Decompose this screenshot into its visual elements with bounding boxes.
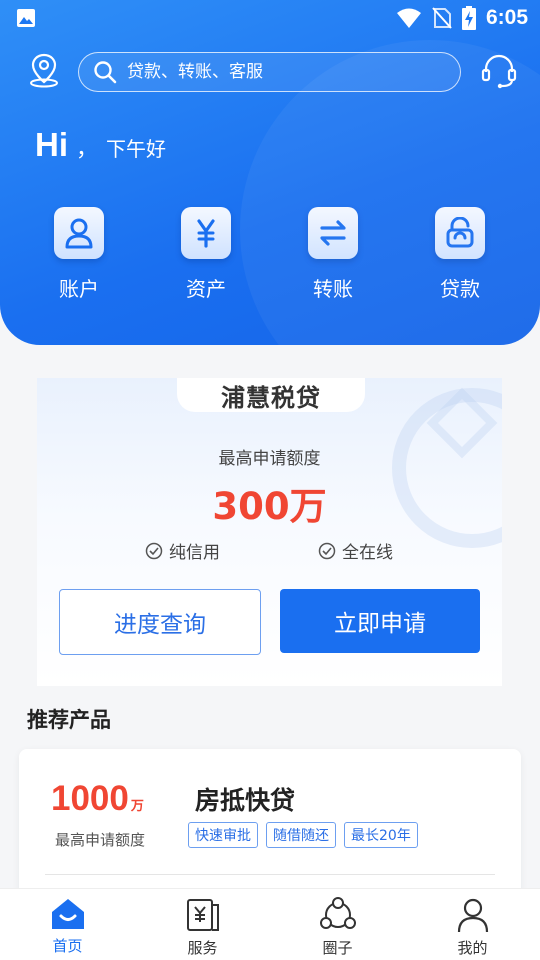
greeting-hi: Hi: [35, 126, 68, 163]
check-circle-icon: [145, 542, 163, 559]
apply-now-button[interactable]: 立即申请: [280, 589, 480, 653]
tab-service[interactable]: 服务: [135, 889, 270, 960]
header-banner: 6:05 Hi ， 下午好 账户: [0, 0, 540, 345]
status-bar: 6:05: [0, 0, 540, 36]
greeting: Hi ， 下午好: [35, 126, 166, 164]
quick-action-label: 账户: [59, 277, 99, 301]
product-amount-unit: 万: [130, 799, 144, 814]
circle-network-icon: [319, 897, 356, 929]
feature-label: 纯信用: [169, 543, 220, 563]
tab-label: 服务: [187, 939, 218, 957]
quick-action-loan[interactable]: 贷款: [410, 207, 510, 302]
quota-value: 300万: [212, 485, 327, 528]
product-tag: 随借随还: [266, 822, 336, 848]
tab-circle[interactable]: 圈子: [270, 889, 405, 960]
divider: [45, 874, 495, 875]
service-doc-icon: [186, 899, 219, 931]
section-title: 推荐产品: [27, 708, 111, 732]
progress-query-button[interactable]: 进度查询: [59, 589, 261, 655]
user-icon: [65, 218, 93, 249]
quick-action-transfer[interactable]: 转账: [283, 207, 383, 302]
product-tags: 快速审批 随借随还 最长20年: [188, 822, 418, 848]
location-icon[interactable]: [26, 52, 62, 88]
greeting-text: 下午好: [106, 137, 167, 161]
product-tag: 快速审批: [188, 822, 258, 848]
tab-label: 我的: [457, 939, 488, 957]
image-icon: [17, 9, 35, 27]
search-input[interactable]: [127, 62, 427, 82]
transfer-icon: [320, 220, 346, 246]
feature-item: 纯信用: [145, 538, 220, 563]
tab-home[interactable]: 首页: [0, 889, 135, 960]
product-name: 房抵快贷: [195, 786, 296, 815]
battery-charging-icon: [461, 6, 476, 30]
quick-action-account[interactable]: 账户: [29, 207, 129, 302]
product-amount-number: 1000: [51, 779, 129, 818]
feature-item: 全在线: [318, 538, 393, 563]
check-circle-icon: [318, 542, 336, 559]
tax-loan-card[interactable]: 浦慧税贷 最高申请额度 300万 纯信用 全在线 进度查询 立即申请: [37, 378, 502, 686]
brand-name: 浦慧税贷: [221, 383, 321, 412]
profile-icon: [457, 898, 488, 933]
product-amount: 1000 万: [51, 779, 144, 819]
quick-action-label: 转账: [313, 277, 353, 301]
quick-action-label: 贷款: [440, 277, 480, 301]
product-amount-label: 最高申请额度: [55, 831, 146, 849]
quota-label: 最高申请额度: [218, 449, 321, 469]
search-bar[interactable]: [78, 52, 461, 92]
feature-label: 全在线: [342, 543, 393, 563]
status-time: 6:05: [485, 6, 528, 29]
tab-label: 首页: [52, 937, 83, 955]
headset-icon[interactable]: [480, 52, 518, 90]
tab-mine[interactable]: 我的: [405, 889, 540, 960]
loan-icon: [446, 217, 474, 248]
no-sim-icon: [432, 7, 452, 29]
product-card[interactable]: 1000 万 最高申请额度 房抵快贷 快速审批 随借随还 最长20年: [19, 749, 521, 899]
yuan-icon: [197, 219, 215, 248]
brand-tab: 浦慧税贷: [177, 378, 365, 412]
product-tag: 最长20年: [344, 822, 418, 848]
wifi-icon: [396, 8, 421, 28]
quick-action-assets[interactable]: 资产: [156, 207, 256, 302]
search-icon: [94, 61, 117, 84]
home-icon: [51, 899, 84, 929]
tab-label: 圈子: [322, 939, 353, 957]
quick-action-label: 资产: [186, 277, 226, 301]
greeting-comma: ，: [76, 137, 99, 162]
bottom-tab-bar: 首页 服务 圈子 我的: [0, 888, 540, 960]
